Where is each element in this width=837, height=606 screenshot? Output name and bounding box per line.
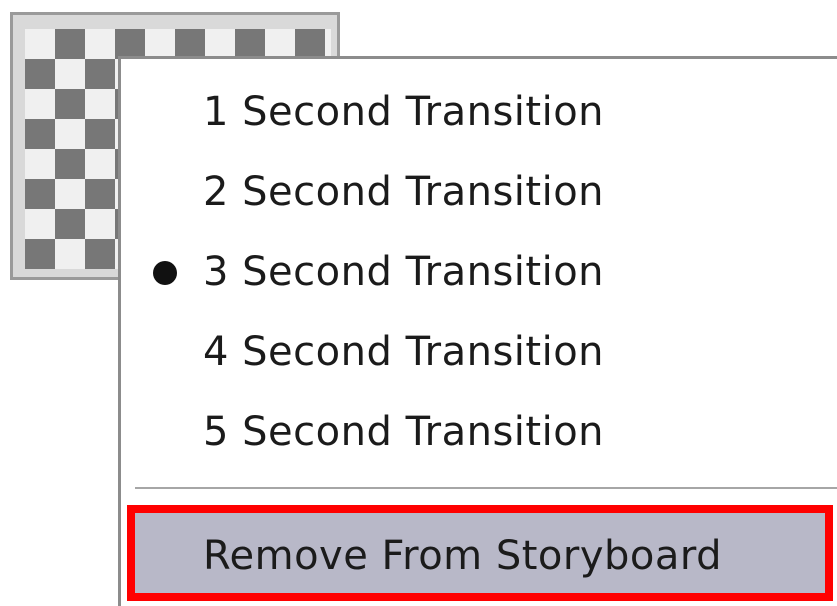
menu-item-2-second-transition[interactable]: 2 Second Transition	[121, 149, 837, 229]
menu-item-1-second-transition[interactable]: 1 Second Transition	[121, 69, 837, 149]
context-menu: 1 Second Transition 2 Second Transition …	[118, 56, 837, 606]
menu-separator	[135, 487, 837, 490]
menu-item-label: 2 Second Transition	[203, 169, 605, 215]
menu-item-label: 3 Second Transition	[203, 249, 605, 295]
menu-item-label: Remove From Storyboard	[203, 533, 723, 579]
menu-item-label: 4 Second Transition	[203, 329, 605, 375]
remove-from-storyboard-item[interactable]: Remove From Storyboard	[127, 505, 833, 601]
menu-item-3-second-transition[interactable]: 3 Second Transition	[121, 229, 837, 309]
menu-item-label: 5 Second Transition	[203, 409, 605, 455]
menu-item-5-second-transition[interactable]: 5 Second Transition	[121, 389, 837, 469]
menu-item-label: 1 Second Transition	[203, 89, 605, 135]
menu-item-4-second-transition[interactable]: 4 Second Transition	[121, 309, 837, 389]
